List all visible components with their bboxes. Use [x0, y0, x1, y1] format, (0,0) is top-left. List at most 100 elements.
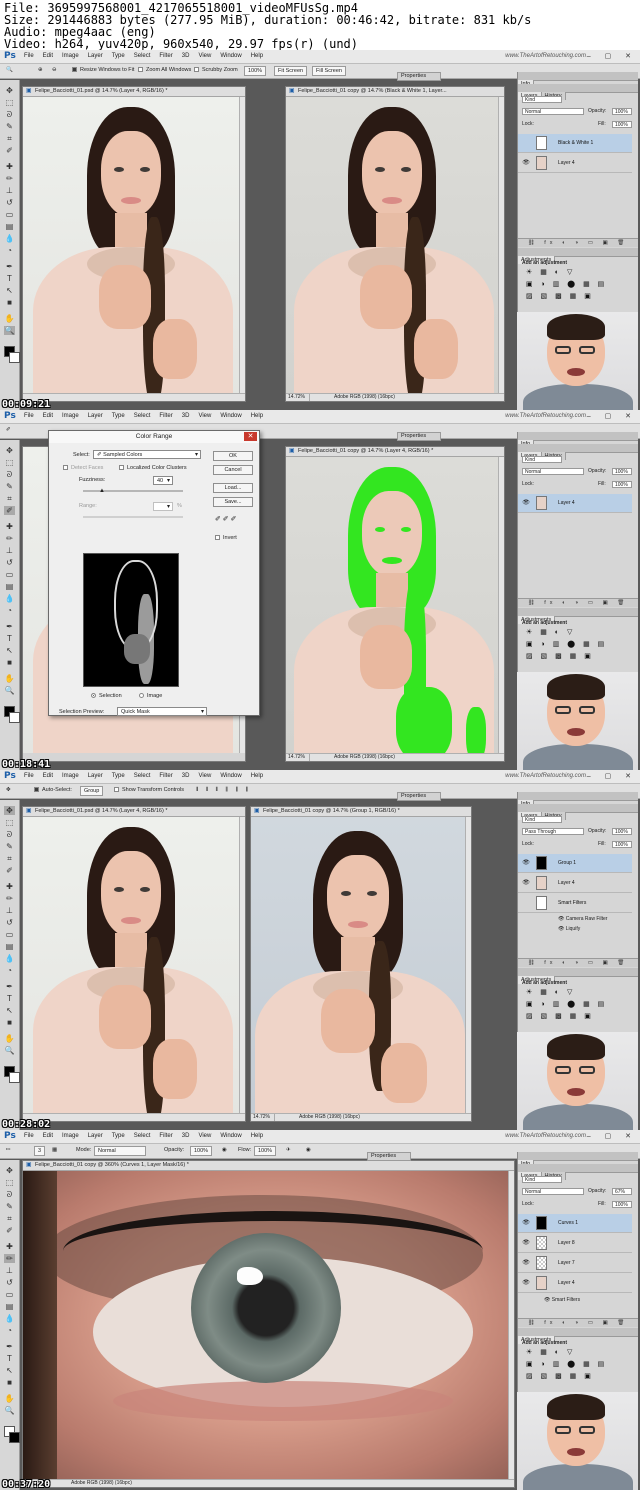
crop-tool-icon[interactable]: ⌗: [4, 854, 15, 863]
layer-name[interactable]: Smart Filters: [558, 894, 586, 913]
menu-edit[interactable]: Edit: [43, 1133, 53, 1139]
fill-value[interactable]: 100%: [612, 1201, 632, 1208]
localized-clusters-checkbox[interactable]: Localized Color Clusters: [119, 465, 187, 471]
selection-preview-select[interactable]: Quick Mask: [117, 707, 207, 716]
scrubby-zoom-checkbox[interactable]: Scrubby Zoom: [194, 67, 238, 73]
brush-tool-icon[interactable]: ✏: [4, 1254, 15, 1263]
background-color-swatch[interactable]: [9, 712, 20, 723]
zoom-readout[interactable]: 14.72%: [286, 754, 310, 761]
eraser-tool-icon[interactable]: ▭: [4, 210, 15, 219]
vertical-scrollbar[interactable]: [508, 1171, 514, 1479]
visibility-eye-icon[interactable]: 👁: [544, 1297, 552, 1303]
layer-row[interactable]: Black & White 1: [518, 134, 632, 153]
eraser-tool-icon[interactable]: ▭: [4, 570, 15, 579]
adjustment-icons-row-1[interactable]: ☀ ▦ ◐ ▽: [526, 1348, 575, 1356]
eraser-tool-icon[interactable]: ▭: [4, 930, 15, 939]
zoom-all-checkbox[interactable]: Zoom All Windows: [138, 67, 191, 73]
menu-view[interactable]: View: [198, 773, 211, 779]
fuzziness-input[interactable]: 40: [153, 476, 173, 485]
lasso-tool-icon[interactable]: ᘐ: [4, 1190, 15, 1199]
zoom-100-button[interactable]: 100%: [244, 66, 267, 76]
type-tool-icon[interactable]: T: [4, 994, 15, 1003]
menu-3d[interactable]: 3D: [182, 1133, 190, 1139]
history-brush-tool-icon[interactable]: ↺: [4, 918, 15, 927]
flow-input[interactable]: 100%: [254, 1146, 277, 1156]
smart-filter-row[interactable]: 👁 Liquify: [558, 925, 638, 934]
crop-tool-icon[interactable]: ⌗: [4, 1214, 15, 1223]
menu-view[interactable]: View: [198, 53, 211, 59]
pressure-size-icon[interactable]: ◉: [306, 1147, 311, 1153]
adjustment-icons-row-2[interactable]: ▣ ◑ ▥ ⬤ ▦ ▤: [526, 640, 607, 648]
layer-row[interactable]: 👁 Layer 4: [518, 494, 632, 513]
layer-row[interactable]: 👁 Layer 4: [518, 1274, 632, 1293]
menu-type[interactable]: Type: [112, 53, 125, 59]
zoom-tool-icon[interactable]: 🔍: [4, 326, 15, 335]
opacity-value[interactable]: 67%: [612, 1188, 632, 1195]
ok-button[interactable]: OK: [213, 451, 253, 461]
menu-select[interactable]: Select: [134, 1133, 151, 1139]
invert-checkbox[interactable]: Invert: [215, 535, 237, 541]
crop-tool-icon[interactable]: ⌗: [4, 494, 15, 503]
stamp-tool-icon[interactable]: ⊥: [4, 186, 15, 195]
document-canvas[interactable]: [23, 817, 239, 1113]
type-tool-icon[interactable]: T: [4, 274, 15, 283]
hand-tool-icon[interactable]: ✋: [4, 1394, 15, 1403]
opacity-input[interactable]: 100%: [190, 1146, 213, 1156]
menu-3d[interactable]: 3D: [182, 413, 190, 419]
move-tool-icon[interactable]: ✥: [4, 806, 15, 815]
menu-view[interactable]: View: [198, 1133, 211, 1139]
blend-mode-select[interactable]: Pass Through: [522, 828, 584, 835]
dodge-tool-icon[interactable]: ◔: [4, 1326, 15, 1335]
shape-tool-icon[interactable]: ■: [4, 1378, 15, 1387]
gradient-tool-icon[interactable]: ▤: [4, 582, 15, 591]
dodge-tool-icon[interactable]: ◔: [4, 966, 15, 975]
document-canvas[interactable]: [251, 817, 465, 1113]
document-title[interactable]: Felipe_Bacciotti_01.psd @ 14.7% (Layer 4…: [23, 807, 245, 817]
transform-controls-checkbox[interactable]: Show Transform Controls: [114, 787, 184, 793]
pen-tool-icon[interactable]: ✒: [4, 262, 15, 271]
blur-tool-icon[interactable]: 💧: [4, 234, 15, 243]
layer-row[interactable]: 👁 Layer 7: [518, 1254, 632, 1273]
stamp-tool-icon[interactable]: ⊥: [4, 906, 15, 915]
visibility-eye-icon[interactable]: 👁: [521, 874, 531, 893]
properties-tab[interactable]: Properties: [397, 72, 441, 81]
document-title[interactable]: Felipe_Bacciotti_01 copy @ 14.7% (Layer …: [286, 447, 504, 457]
visibility-eye-icon[interactable]: 👁: [521, 854, 531, 873]
brush-size-picker[interactable]: 3: [34, 1146, 46, 1156]
brush-tool-icon[interactable]: ✏: [4, 534, 15, 543]
menu-window[interactable]: Window: [220, 1133, 241, 1139]
window-controls[interactable]: – ▢ ✕: [587, 1132, 637, 1140]
document-canvas[interactable]: [23, 1171, 508, 1479]
menu-image[interactable]: Image: [62, 53, 79, 59]
window-controls[interactable]: – ▢ ✕: [587, 52, 637, 60]
menu-help[interactable]: Help: [251, 413, 263, 419]
background-color-swatch[interactable]: [9, 1432, 20, 1443]
fill-screen-button[interactable]: Fill Screen: [312, 66, 346, 76]
adjustment-icons-row-1[interactable]: ☀ ▦ ◐ ▽: [526, 268, 575, 276]
fuzziness-slider[interactable]: [83, 490, 183, 492]
document-canvas[interactable]: [286, 97, 498, 393]
menu-edit[interactable]: Edit: [43, 413, 53, 419]
gradient-tool-icon[interactable]: ▤: [4, 942, 15, 951]
vertical-scrollbar[interactable]: [239, 817, 245, 1113]
menu-window[interactable]: Window: [220, 773, 241, 779]
document-window-copy[interactable]: Felipe_Bacciotti_01 copy @ 14.7% (Black …: [285, 86, 505, 402]
background-color-swatch[interactable]: [9, 1072, 20, 1083]
kind-filter[interactable]: Kind: [522, 456, 562, 463]
smart-filter-row[interactable]: 👁 Smart Filters: [544, 1296, 638, 1305]
layer-name[interactable]: Layer 4: [558, 1274, 575, 1293]
airbrush-icon[interactable]: ✈: [286, 1147, 291, 1153]
menu-image[interactable]: Image: [62, 1133, 79, 1139]
visibility-eye-icon[interactable]: 👁: [521, 1234, 531, 1253]
stamp-tool-icon[interactable]: ⊥: [4, 1266, 15, 1275]
eyedropper-tool-icon[interactable]: ✐: [4, 866, 15, 875]
history-brush-tool-icon[interactable]: ↺: [4, 198, 15, 207]
layer-row[interactable]: 👁 Layer 4: [518, 874, 632, 893]
shape-tool-icon[interactable]: ■: [4, 1018, 15, 1027]
properties-tab[interactable]: Properties: [397, 432, 441, 441]
lasso-tool-icon[interactable]: ᘐ: [4, 110, 15, 119]
menu-filter[interactable]: Filter: [159, 773, 172, 779]
zoom-readout[interactable]: 14.72%: [251, 1114, 275, 1121]
layer-row[interactable]: Smart Filters: [518, 894, 632, 913]
move-tool-icon[interactable]: ✥: [4, 1166, 15, 1175]
